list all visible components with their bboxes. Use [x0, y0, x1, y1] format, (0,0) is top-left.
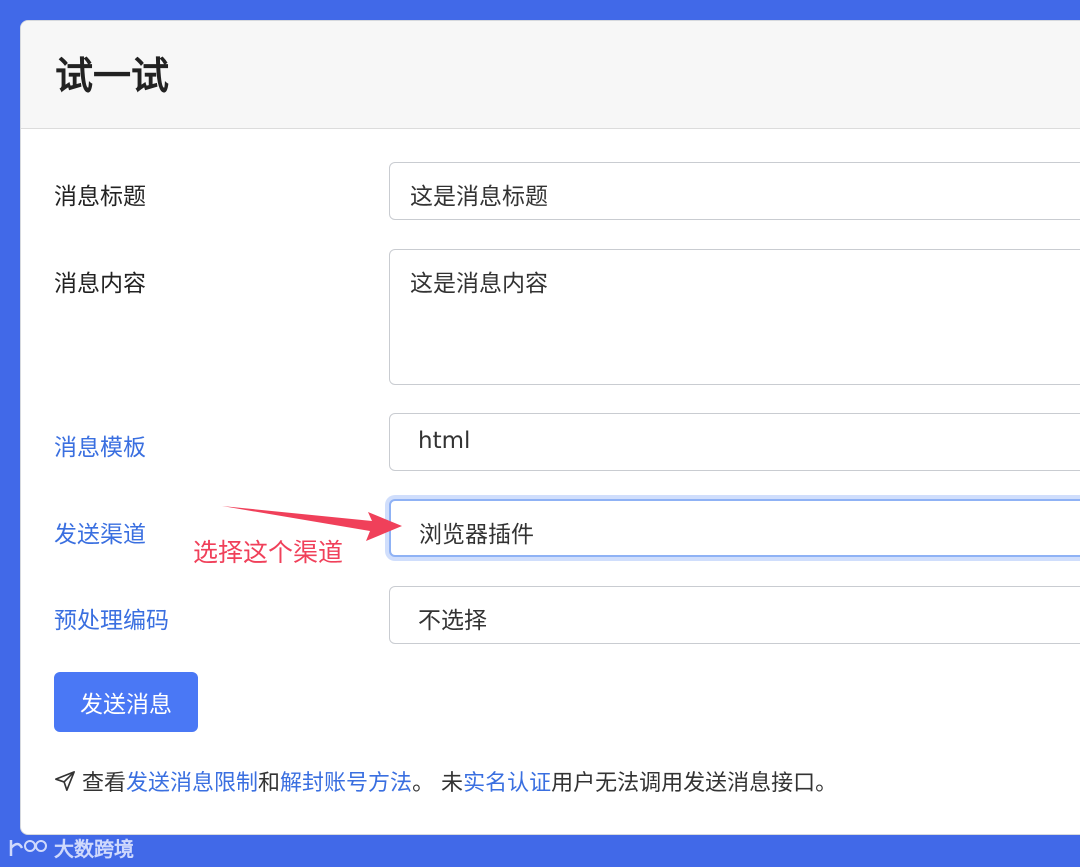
page-title: 试一试 [55, 54, 170, 98]
real-name-auth-link[interactable]: 实名认证 [463, 765, 551, 797]
note-text-2: 和 [258, 771, 281, 796]
send-message-button[interactable]: 发送消息 [54, 672, 198, 732]
message-title-label: 消息标题 [54, 184, 146, 210]
note-text-4: 用户无法调用发送消息接口。 [551, 771, 838, 796]
message-template-label[interactable]: 消息模板 [54, 428, 146, 462]
preprocess-encoding-label[interactable]: 预处理编码 [54, 601, 169, 635]
watermark-text: 大数跨境 [54, 836, 134, 861]
logo-icon [9, 840, 47, 856]
send-channel-select[interactable]: 浏览器插件 [389, 499, 1080, 557]
message-content-textarea[interactable]: 这是消息内容 [389, 249, 1080, 385]
card-header: 试一试 [21, 21, 1080, 129]
try-it-card: 试一试 消息标题 这是消息标题 消息内容 这是消息内容 消息模板 html 发送… [20, 20, 1080, 835]
preprocess-encoding-select[interactable]: 不选择 [389, 586, 1080, 644]
paper-plane-icon [55, 771, 75, 791]
send-channel-label[interactable]: 发送渠道 [54, 515, 146, 549]
message-content-label: 消息内容 [54, 271, 146, 297]
watermark: 大数跨境 [8, 832, 134, 862]
note-text-3: 。 未 [412, 771, 464, 796]
send-limit-link[interactable]: 发送消息限制 [126, 765, 258, 797]
help-note: 查看 发送消息限制 和 解封账号方法 。 未 实名认证 用户无法调用发送消息接口… [54, 765, 837, 797]
annotation-text: 选择这个渠道 [193, 538, 344, 567]
message-template-select[interactable]: html [389, 413, 1080, 471]
unban-method-link[interactable]: 解封账号方法 [280, 765, 412, 797]
message-title-input[interactable]: 这是消息标题 [389, 162, 1080, 220]
note-text-1: 查看 [82, 771, 127, 796]
